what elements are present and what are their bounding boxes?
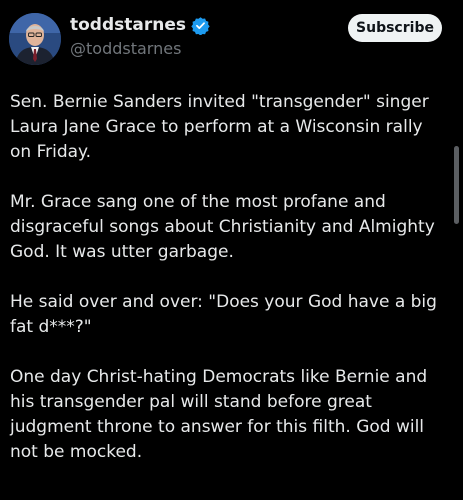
avatar-image: [9, 13, 61, 65]
scrollbar-thumb[interactable]: [454, 146, 459, 224]
subscribe-button[interactable]: Subscribe: [348, 14, 442, 42]
post: toddstarnes @toddstarnes Subscribe Sen. …: [0, 0, 463, 500]
post-paragraph-1: Sen. Bernie Sanders invited "transgender…: [10, 92, 429, 162]
avatar[interactable]: [9, 13, 61, 65]
post-paragraph-4: One day Christ-hating Democrats like Ber…: [10, 367, 428, 462]
post-text: Sen. Bernie Sanders invited "transgender…: [10, 90, 446, 490]
verified-badge-icon: [191, 16, 210, 36]
author-name-row[interactable]: toddstarnes: [70, 14, 210, 36]
author-display-name[interactable]: toddstarnes: [70, 14, 186, 36]
author-handle[interactable]: @toddstarnes: [70, 39, 181, 59]
post-paragraph-3: He said over and over: "Does your God ha…: [10, 292, 437, 337]
post-paragraph-2: Mr. Grace sang one of the most profane a…: [10, 192, 435, 262]
